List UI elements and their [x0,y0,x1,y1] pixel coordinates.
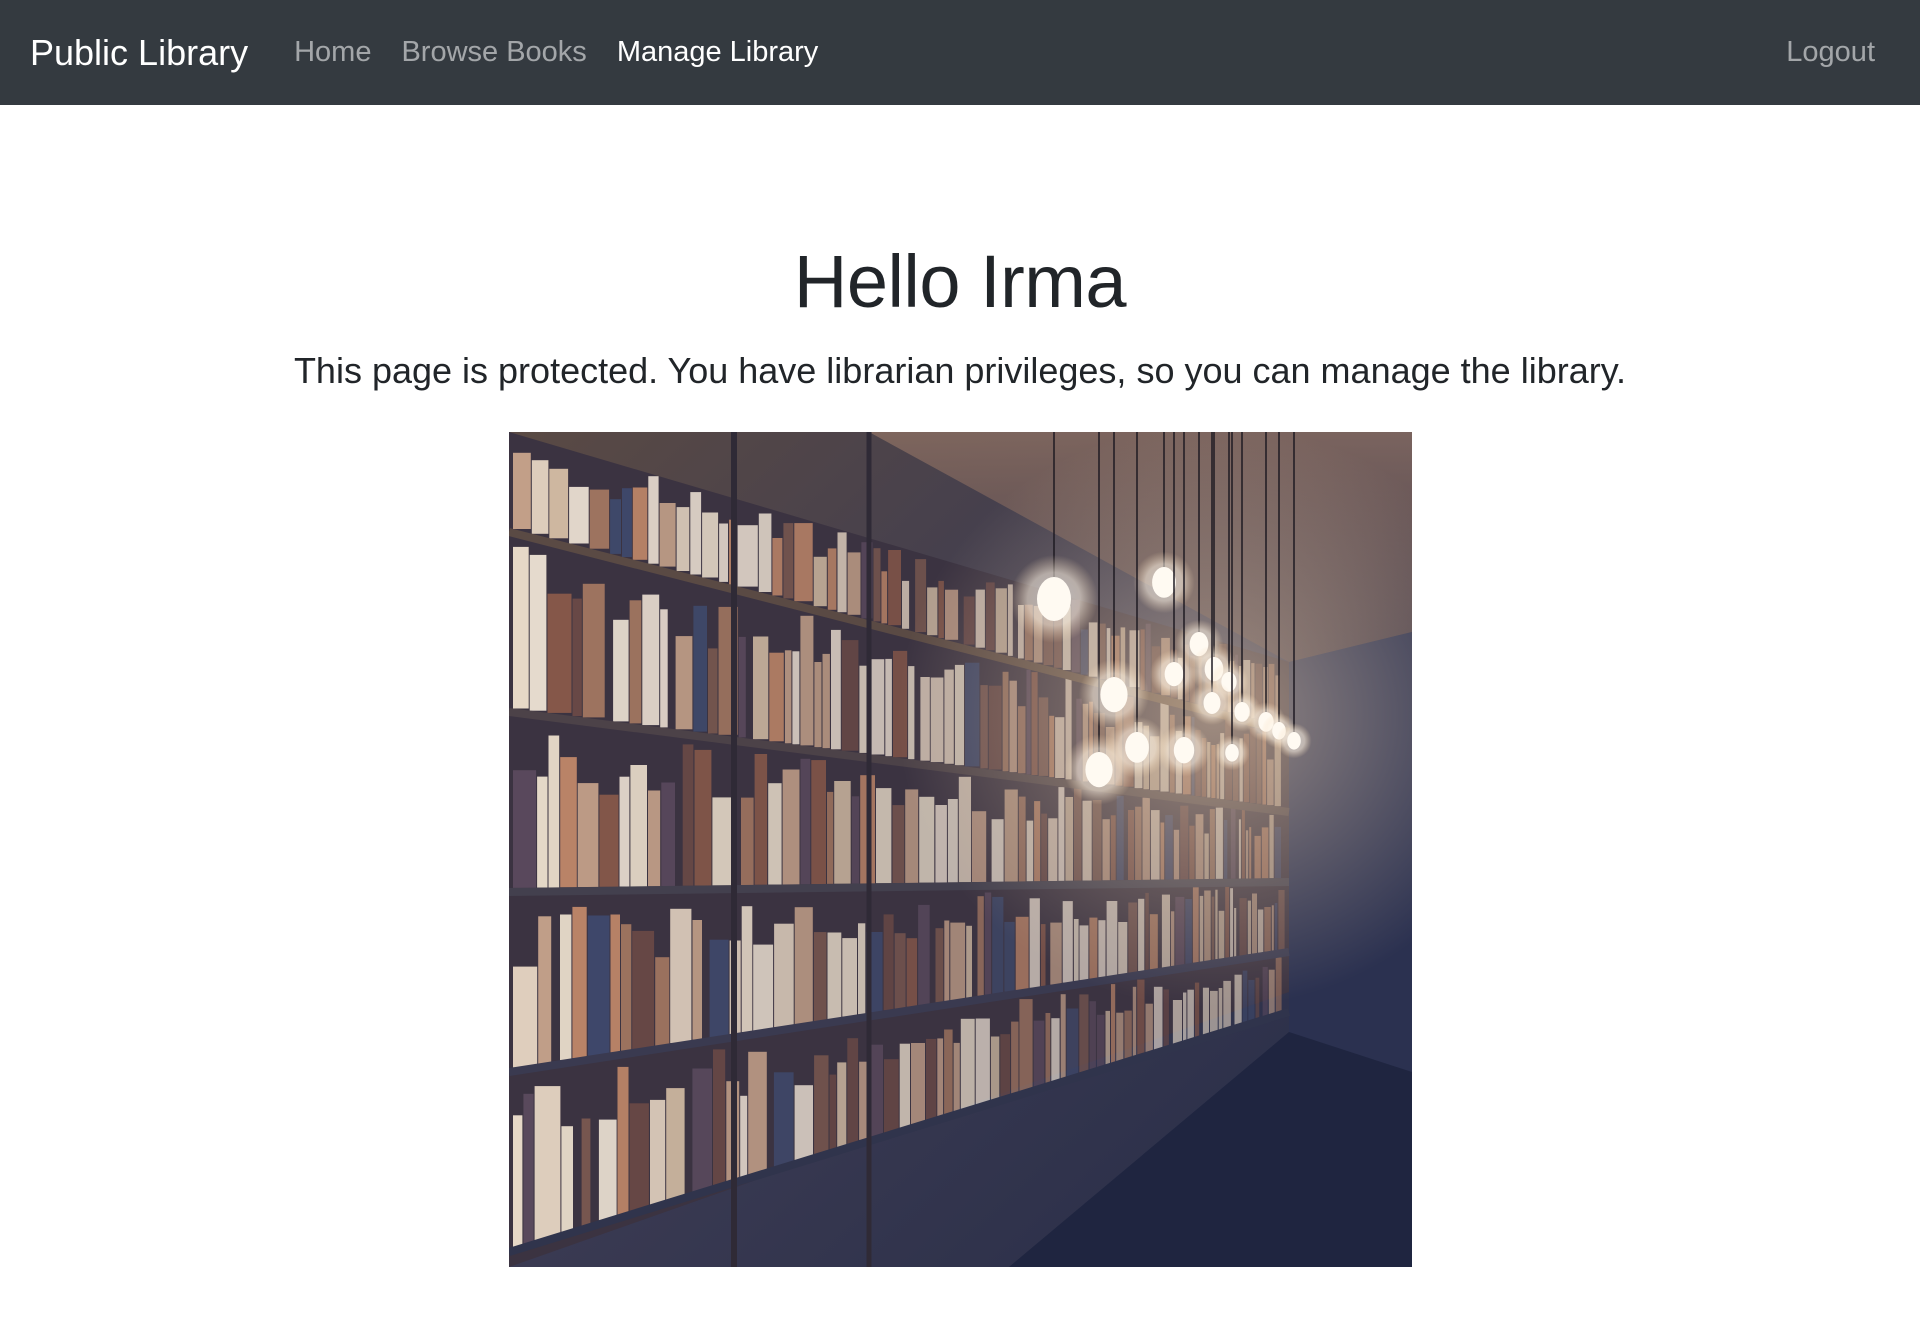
light-bulb-icon [1100,677,1128,713]
nav-link-browse-books[interactable]: Browse Books [401,36,586,69]
light-bulb-icon [1164,662,1184,687]
light-bulb-icon [1173,737,1195,764]
light-bulb-icon [1037,577,1071,621]
library-bookshelves-image [509,432,1412,1267]
light-bulb-icon [1125,732,1149,763]
light-bulb-icon [1287,732,1301,750]
light-bulb-icon [1225,744,1239,762]
logout-link[interactable]: Logout [1786,36,1875,69]
nav-link-manage-library[interactable]: Manage Library [617,36,819,69]
page-description: This page is protected. You have librari… [293,350,1627,391]
page-heading: Hello Irma [793,240,1127,323]
light-bulb-icon [1203,692,1221,714]
main-content: Hello Irma This page is protected. You h… [0,105,1920,392]
light-bulb-icon [1152,567,1176,598]
top-navbar: Public Library Home Browse Books Manage … [0,0,1920,105]
nav-link-home[interactable]: Home [294,36,371,69]
brand-link[interactable]: Public Library [30,32,248,74]
